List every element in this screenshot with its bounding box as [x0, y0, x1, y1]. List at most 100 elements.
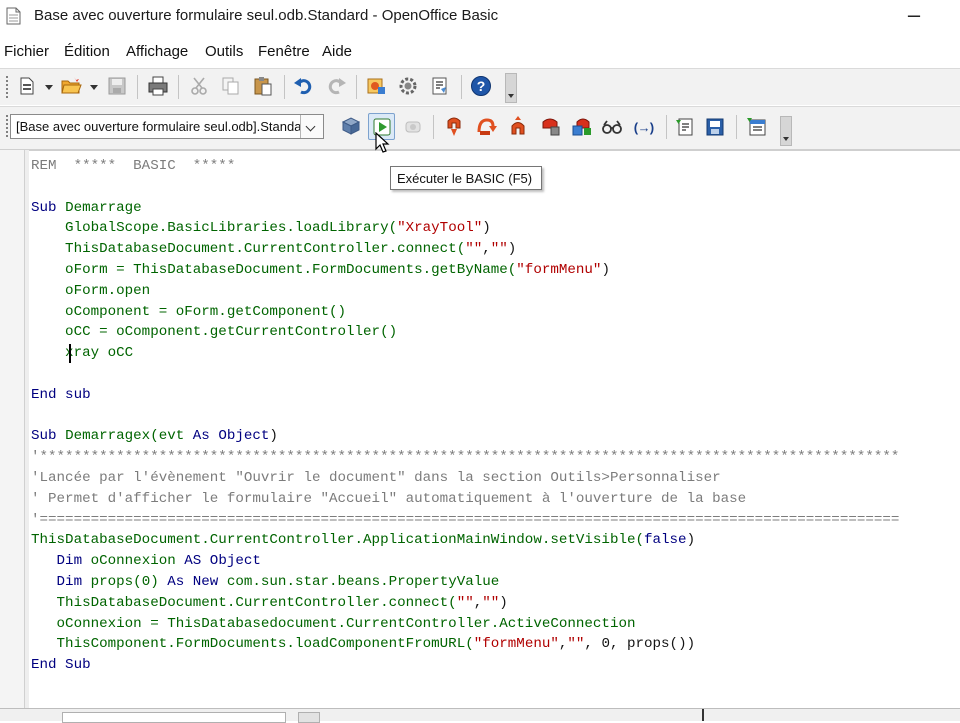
code-editor[interactable]: REM ***** BASIC ***** Sub Demarrage Glob…: [0, 150, 960, 708]
code-line[interactable]: oConnexion = ThisDatabasedocument.Curren…: [31, 614, 899, 635]
open-folder-icon[interactable]: [60, 75, 82, 97]
code-token: ThisDatabaseDocument.CurrentController.c…: [31, 241, 466, 258]
paste-icon[interactable]: [252, 75, 274, 97]
compile-icon[interactable]: [340, 116, 362, 138]
code-token: ): [482, 220, 491, 237]
status-field: [298, 712, 320, 723]
code-token: "formMenu": [516, 261, 602, 278]
new-document-icon[interactable]: [16, 75, 38, 97]
code-token: oComponent = oForm.getComponent(): [31, 303, 347, 320]
code-line[interactable]: xray oCC: [31, 343, 899, 364]
copy-icon[interactable]: [220, 75, 242, 97]
code-token: "": [567, 636, 585, 653]
toolbar-overflow-button[interactable]: [780, 116, 792, 146]
code-line[interactable]: ThisComponent.FormDocuments.loadComponen…: [31, 634, 899, 655]
title-bar: Base avec ouverture formulaire seul.odb.…: [0, 0, 960, 34]
code-token: com.sun.star.beans.PropertyValue: [226, 573, 500, 590]
step-over-icon[interactable]: [475, 116, 497, 138]
code-token: ): [601, 261, 610, 278]
code-line[interactable]: Dim oConnexion AS Object: [31, 551, 899, 572]
toolbar-separator: [137, 75, 138, 99]
code-token: oConnexion = ThisDatabasedocument.Curren…: [31, 615, 636, 632]
new-dropdown-arrow[interactable]: [45, 85, 53, 90]
code-token: '=======================================…: [31, 511, 900, 528]
menu-edition[interactable]: Édition: [64, 43, 110, 60]
code-line[interactable]: ThisDatabaseDocument.CurrentController.A…: [31, 530, 899, 551]
standard-toolbar: ?: [0, 68, 960, 105]
code-line[interactable]: Sub Demarragex(evt As Object): [31, 426, 899, 447]
code-token: ): [269, 428, 278, 445]
chevron-down-icon[interactable]: [300, 115, 323, 138]
menu-bar: Fichier Édition Affichage Outils Fenêtre…: [0, 38, 960, 66]
code-line[interactable]: [31, 364, 899, 385]
menu-aide[interactable]: Aide: [322, 43, 352, 60]
code-line[interactable]: Dim props(0) As New com.sun.star.beans.P…: [31, 572, 899, 593]
code-line[interactable]: oComponent = oForm.getComponent(): [31, 302, 899, 323]
macro-gear-icon[interactable]: [397, 75, 419, 97]
stop-icon[interactable]: [402, 116, 424, 138]
toolbar-separator: [736, 115, 737, 139]
code-token: ,: [473, 594, 483, 611]
menu-affichage[interactable]: Affichage: [126, 43, 188, 60]
code-text[interactable]: REM ***** BASIC ***** Sub Demarrage Glob…: [31, 156, 899, 676]
code-token: As Object: [192, 428, 270, 445]
document-icon: [6, 7, 21, 25]
import-dialog-icon[interactable]: [746, 116, 768, 138]
open-dropdown-arrow[interactable]: [90, 85, 98, 90]
code-token: ): [499, 594, 508, 611]
code-line[interactable]: ThisDatabaseDocument.CurrentController.c…: [31, 593, 899, 614]
library-select[interactable]: [Base avec ouverture formulaire seul.odb…: [10, 114, 324, 139]
code-line[interactable]: End Sub: [31, 655, 899, 676]
help-icon[interactable]: ?: [470, 75, 492, 97]
code-token: As New: [167, 573, 227, 590]
code-token: ThisDatabaseDocument.CurrentController.c…: [31, 594, 457, 611]
step-out-icon[interactable]: [507, 116, 529, 138]
insert-source-icon[interactable]: [674, 116, 696, 138]
code-token: ,: [482, 241, 491, 258]
toolbar-separator: [356, 75, 357, 99]
code-line[interactable]: 'Lancée par l'évènement "Ouvrir le docum…: [31, 468, 899, 489]
code-line[interactable]: [31, 406, 899, 427]
library-select-value: [Base avec ouverture formulaire seul.odb…: [16, 119, 300, 134]
minimize-button[interactable]: –: [904, 2, 924, 28]
code-line[interactable]: End sub: [31, 385, 899, 406]
code-token: REM ***** BASIC *****: [31, 158, 236, 174]
save-icon[interactable]: [106, 75, 128, 97]
code-token: "": [490, 241, 508, 258]
save-source-icon[interactable]: [704, 116, 726, 138]
toolbar-overflow-button[interactable]: [505, 73, 517, 103]
print-icon[interactable]: [147, 75, 169, 97]
code-line[interactable]: oCC = oComponent.getCurrentController(): [31, 322, 899, 343]
watch-icon[interactable]: [601, 116, 623, 138]
find-parentheses-icon[interactable]: (→): [633, 116, 655, 138]
undo-icon[interactable]: [293, 75, 315, 97]
code-line[interactable]: '=======================================…: [31, 510, 899, 531]
code-token: xray oCC: [31, 345, 134, 362]
breakpoint-icon[interactable]: [539, 116, 561, 138]
redo-icon[interactable]: [325, 75, 347, 97]
code-line[interactable]: '***************************************…: [31, 447, 899, 468]
code-token: false: [644, 532, 687, 549]
menu-outils[interactable]: Outils: [205, 43, 243, 60]
step-into-icon[interactable]: [443, 116, 465, 138]
breakpoint-gutter[interactable]: [0, 150, 25, 708]
code-line[interactable]: ThisDatabaseDocument.CurrentController.c…: [31, 239, 899, 260]
code-token: End Sub: [31, 657, 91, 674]
menu-fenetre[interactable]: Fenêtre: [258, 43, 310, 60]
code-line[interactable]: GlobalScope.BasicLibraries.loadLibrary("…: [31, 218, 899, 239]
code-token: ThisComponent.FormDocuments.loadComponen…: [31, 636, 474, 653]
menu-fichier[interactable]: Fichier: [4, 43, 49, 60]
code-line[interactable]: oForm = ThisDatabaseDocument.FormDocumen…: [31, 260, 899, 281]
toolbar-grip[interactable]: [5, 75, 9, 99]
manage-breakpoints-icon[interactable]: [571, 116, 593, 138]
select-module-icon[interactable]: [365, 75, 387, 97]
code-line[interactable]: ' Permet d'afficher le formulaire "Accue…: [31, 489, 899, 510]
code-line[interactable]: oForm.open: [31, 281, 899, 302]
code-line[interactable]: Sub Demarrage: [31, 198, 899, 219]
dialog-icon[interactable]: [429, 75, 451, 97]
toolbar-separator: [666, 115, 667, 139]
code-token: ): [507, 241, 517, 258]
toolbar-grip[interactable]: [5, 114, 9, 138]
cut-icon[interactable]: [188, 75, 210, 97]
code-token: AS Object: [184, 553, 261, 570]
